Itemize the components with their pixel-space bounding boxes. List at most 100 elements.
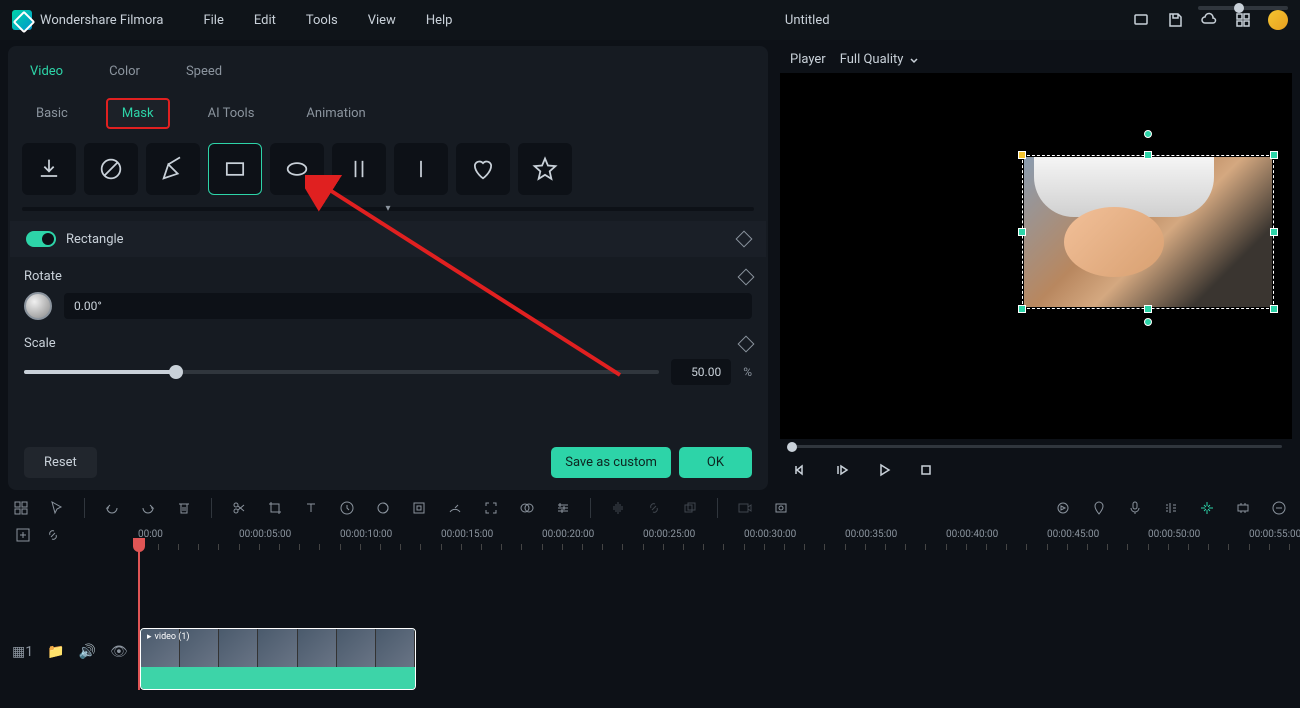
section-keyframe[interactable] [736, 231, 753, 248]
handle-rotate-top[interactable] [1144, 130, 1152, 138]
tl-snap-icon[interactable] [1198, 499, 1216, 517]
tl-redo-icon[interactable] [139, 499, 157, 517]
menu-help[interactable]: Help [426, 13, 453, 28]
tl-delete-icon[interactable] [175, 499, 193, 517]
tl-speedometer-icon[interactable] [446, 499, 464, 517]
tl-grid-icon[interactable] [12, 499, 30, 517]
ruler-mark: 00:00:30:00 [744, 529, 796, 540]
track-video-icon[interactable]: ▦1 [12, 644, 33, 660]
scale-slider[interactable] [24, 370, 659, 374]
tl-extra-icon[interactable] [772, 499, 790, 517]
avatar[interactable] [1268, 10, 1288, 30]
tab-video[interactable]: Video [22, 54, 71, 89]
mask-pen[interactable] [146, 143, 200, 195]
save-icon[interactable] [1166, 11, 1184, 29]
tl-mic-icon[interactable] [1126, 499, 1144, 517]
link-track-icon[interactable] [44, 526, 62, 544]
menu-file[interactable]: File [203, 13, 223, 28]
subtab-mask[interactable]: Mask [106, 98, 170, 129]
player-label: Player [790, 52, 826, 67]
mask-heart[interactable] [456, 143, 510, 195]
stop-button[interactable] [916, 460, 936, 480]
rectangle-toggle[interactable] [26, 231, 56, 247]
tab-speed[interactable]: Speed [178, 54, 230, 89]
rotate-keyframe[interactable] [738, 268, 755, 285]
rotate-label: Rotate [24, 269, 62, 284]
handle-mr[interactable] [1270, 228, 1278, 236]
tl-split-icon[interactable] [230, 499, 248, 517]
tl-zoomout-icon[interactable] [1270, 499, 1288, 517]
menu-edit[interactable]: Edit [254, 13, 276, 28]
tl-crop-icon[interactable] [266, 499, 284, 517]
track-visible-icon[interactable]: 👁 [110, 644, 128, 660]
mask-selection[interactable] [1022, 155, 1274, 309]
scale-value[interactable]: 50.00 [671, 359, 731, 385]
save-custom-button[interactable]: Save as custom [551, 447, 671, 478]
video-clip[interactable]: ▸ video (1) [140, 628, 416, 690]
handle-tr[interactable] [1270, 151, 1278, 159]
handle-bc[interactable] [1144, 305, 1152, 313]
prev-frame-button[interactable] [790, 460, 810, 480]
cloud-icon[interactable] [1200, 11, 1218, 29]
add-track-icon[interactable] [14, 526, 32, 544]
tl-audio1-icon[interactable] [609, 499, 627, 517]
mask-rectangle[interactable] [208, 143, 262, 195]
subtab-aitools[interactable]: AI Tools [194, 100, 269, 127]
tl-group-icon[interactable] [681, 499, 699, 517]
tl-render-icon[interactable] [1054, 499, 1072, 517]
tl-cursor-icon[interactable] [48, 499, 66, 517]
ok-button[interactable]: OK [679, 447, 752, 478]
menu-view[interactable]: View [368, 13, 396, 28]
mask-parallel[interactable] [332, 143, 386, 195]
tl-text-icon[interactable] [302, 499, 320, 517]
section-rectangle: Rectangle [10, 221, 766, 257]
handle-tl[interactable] [1018, 151, 1026, 159]
scale-keyframe[interactable] [738, 335, 755, 352]
quality-dropdown[interactable]: Full Quality [840, 52, 920, 67]
play-button[interactable] [874, 460, 894, 480]
tl-marker-icon[interactable] [1090, 499, 1108, 517]
handle-bl[interactable] [1018, 305, 1026, 313]
subtab-animation[interactable]: Animation [292, 100, 379, 127]
tl-audio-mix-icon[interactable] [1162, 499, 1180, 517]
mask-single-line[interactable] [394, 143, 448, 195]
mask-import[interactable] [22, 143, 76, 195]
tl-color-icon[interactable] [374, 499, 392, 517]
tl-speed-icon[interactable] [338, 499, 356, 517]
timeline-tracks[interactable]: ▸ video (1) ▦1 📁 🔊 👁 [0, 550, 1300, 690]
tl-freeze-icon[interactable] [410, 499, 428, 517]
shape-expand[interactable] [22, 207, 754, 211]
mask-star[interactable] [518, 143, 572, 195]
rotate-knob[interactable] [24, 292, 52, 320]
tl-adjust-icon[interactable] [554, 499, 572, 517]
timeline-ruler[interactable]: 00:0000:00:05:0000:00:10:0000:00:15:0000… [0, 526, 1300, 550]
tl-fit-icon[interactable] [1234, 499, 1252, 517]
handle-tc[interactable] [1144, 151, 1152, 159]
reset-button[interactable]: Reset [24, 447, 97, 478]
apps-icon[interactable] [1234, 11, 1252, 29]
track-folder-icon[interactable]: 📁 [47, 644, 64, 660]
rotate-value[interactable] [64, 293, 752, 319]
subtab-basic[interactable]: Basic [22, 100, 82, 127]
player-scrubber[interactable] [790, 445, 1282, 448]
app-name: Wondershare Filmora [40, 13, 163, 28]
tl-link-icon[interactable] [645, 499, 663, 517]
preview-canvas[interactable] [780, 73, 1292, 439]
menu-tools[interactable]: Tools [306, 13, 338, 28]
mask-none[interactable] [84, 143, 138, 195]
ruler-mark: 00:00:35:00 [845, 529, 897, 540]
screen-icon[interactable] [1132, 11, 1150, 29]
play-next-button[interactable] [832, 460, 852, 480]
tl-expand-icon[interactable] [482, 499, 500, 517]
track-mute-icon[interactable]: 🔊 [79, 644, 96, 660]
tl-mask-icon[interactable] [518, 499, 536, 517]
handle-br[interactable] [1270, 305, 1278, 313]
tl-undo-icon[interactable] [103, 499, 121, 517]
handle-ml[interactable] [1018, 228, 1026, 236]
tab-color[interactable]: Color [101, 54, 148, 89]
mask-ellipse[interactable] [270, 143, 324, 195]
titlebar: Wondershare Filmora File Edit Tools View… [0, 0, 1300, 40]
tl-record-icon[interactable] [736, 499, 754, 517]
tl-zoom-slider[interactable] [1198, 6, 1288, 10]
handle-rotate-bot[interactable] [1144, 318, 1152, 326]
